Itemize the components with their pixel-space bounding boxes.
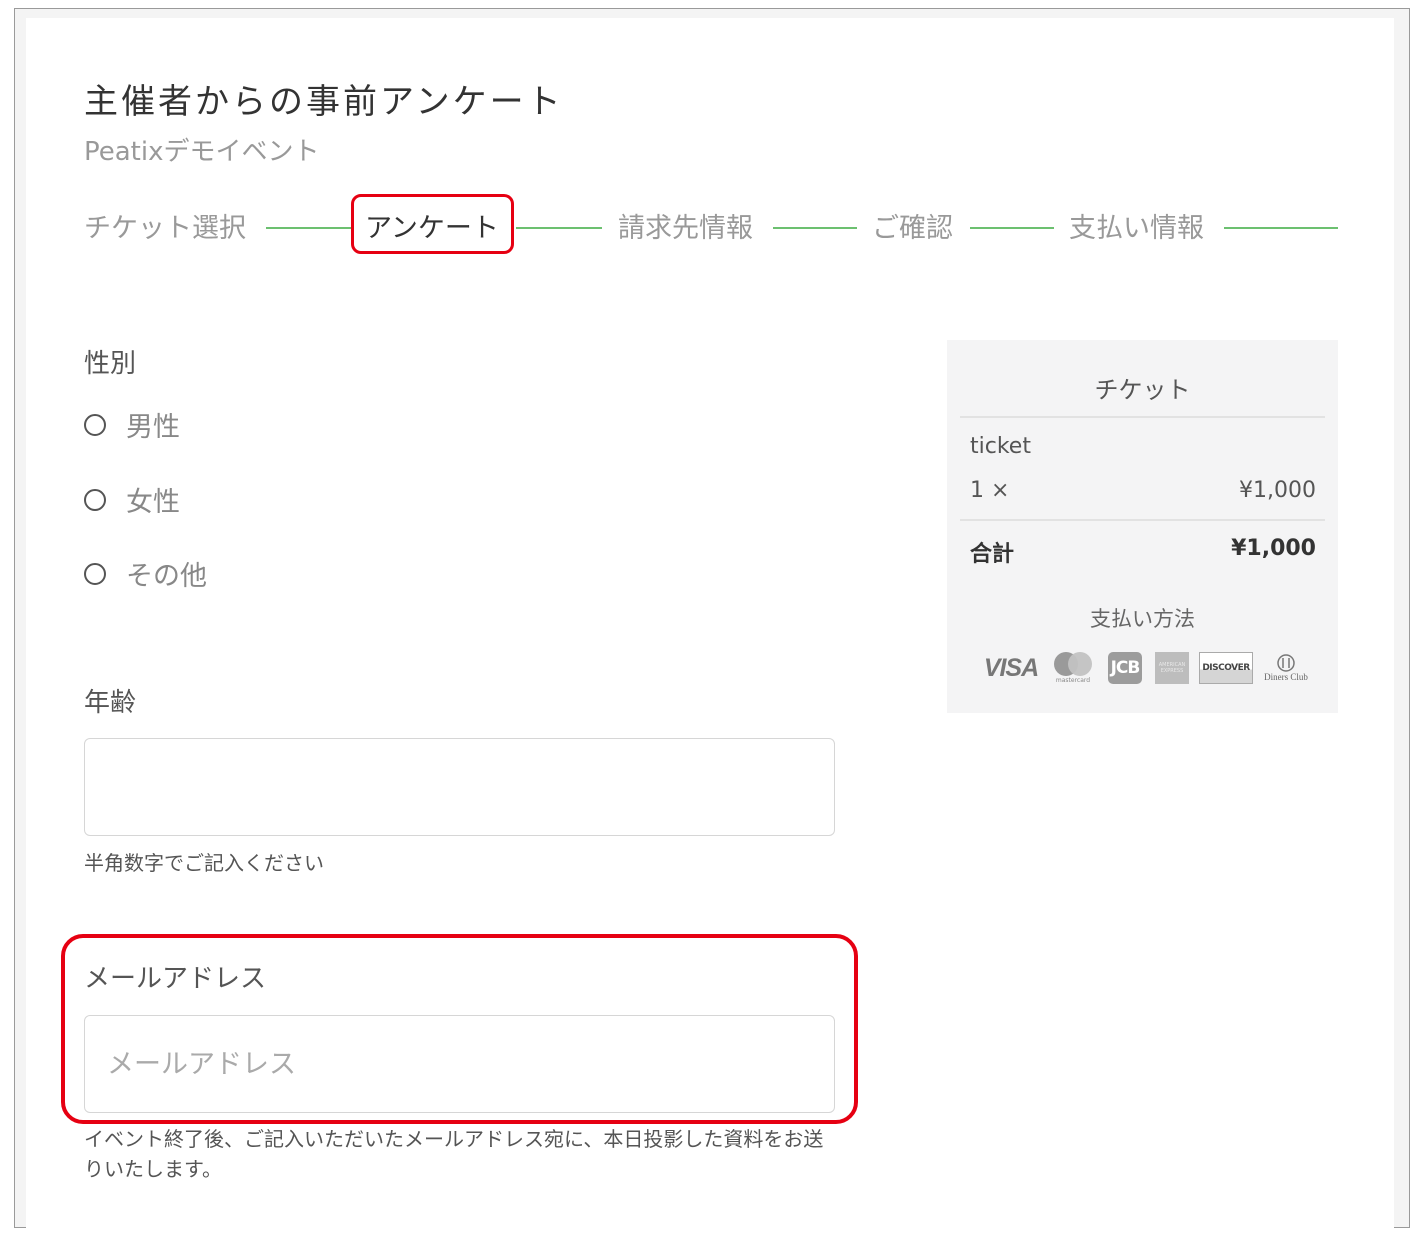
amex-icon: AMERICAN EXPRESS xyxy=(1154,650,1190,686)
jcb-icon: JCB xyxy=(1104,650,1146,686)
ticket-price: ¥1,000 xyxy=(1239,478,1316,503)
step-connector xyxy=(266,227,352,229)
total-label: 合計 xyxy=(970,542,1015,567)
diners-club-icon: Diners Club xyxy=(1260,650,1312,686)
visa-logo-text: VISA xyxy=(983,653,1039,682)
age-help-text: 半角数字でご記入ください xyxy=(84,851,324,875)
radio-button[interactable] xyxy=(84,562,106,585)
jcb-logo-text: JCB xyxy=(1107,652,1143,684)
visa-icon: VISA xyxy=(979,650,1043,686)
ticket-name: ticket xyxy=(970,434,1031,459)
event-name: Peatixデモイベント xyxy=(84,137,320,167)
summary-divider xyxy=(960,519,1325,521)
email-field-highlight xyxy=(61,934,858,1124)
radio-button[interactable] xyxy=(84,488,106,511)
gender-female-label: 女性 xyxy=(126,487,180,518)
age-label: 年齢 xyxy=(84,688,137,718)
total-value: ¥1,000 xyxy=(1231,536,1316,561)
summary-title: チケット xyxy=(1094,376,1191,404)
step-confirm: ご確認 xyxy=(872,213,953,244)
step-payment: 支払い情報 xyxy=(1069,213,1204,244)
radio-button[interactable] xyxy=(84,413,106,436)
gender-option-male[interactable]: 男性 xyxy=(84,405,180,444)
mastercard-logo-text: mastercard xyxy=(1055,677,1091,684)
step-connector xyxy=(773,227,857,229)
mastercard-icon: mastercard xyxy=(1049,650,1097,686)
step-connector xyxy=(516,227,602,229)
email-help-text: イベント終了後、ご記入いただいたメールアドレス宛に、本日投影した資料をお送りいた… xyxy=(84,1127,824,1181)
step-ticket-select: チケット選択 xyxy=(84,213,246,244)
discover-icon: DISCOVER xyxy=(1198,650,1254,686)
current-step-highlight xyxy=(351,194,514,254)
step-connector xyxy=(970,227,1054,229)
step-connector xyxy=(1224,227,1338,229)
mastercard-circles xyxy=(1054,652,1092,676)
page-title: 主催者からの事前アンケート xyxy=(84,82,564,122)
order-summary: チケット ticket 1 × ¥1,000 合計 ¥1,000 支払い方法 V… xyxy=(947,340,1338,713)
ticket-quantity: 1 × xyxy=(970,478,1010,503)
discover-logo-text: DISCOVER xyxy=(1199,652,1253,684)
gender-male-label: 男性 xyxy=(126,412,180,443)
age-input[interactable] xyxy=(84,738,835,836)
step-billing: 請求先情報 xyxy=(618,213,753,244)
amex-logo-text: AMERICAN EXPRESS xyxy=(1155,652,1189,684)
gender-option-other[interactable]: その他 xyxy=(84,554,207,593)
summary-divider xyxy=(960,416,1325,418)
diners-club-emblem xyxy=(1277,654,1295,672)
gender-label: 性別 xyxy=(84,349,137,379)
gender-other-label: その他 xyxy=(126,561,207,592)
payment-methods-title: 支払い方法 xyxy=(1090,607,1195,631)
diners-club-logo-text: Diners Club xyxy=(1264,672,1308,682)
gender-option-female[interactable]: 女性 xyxy=(84,480,180,519)
